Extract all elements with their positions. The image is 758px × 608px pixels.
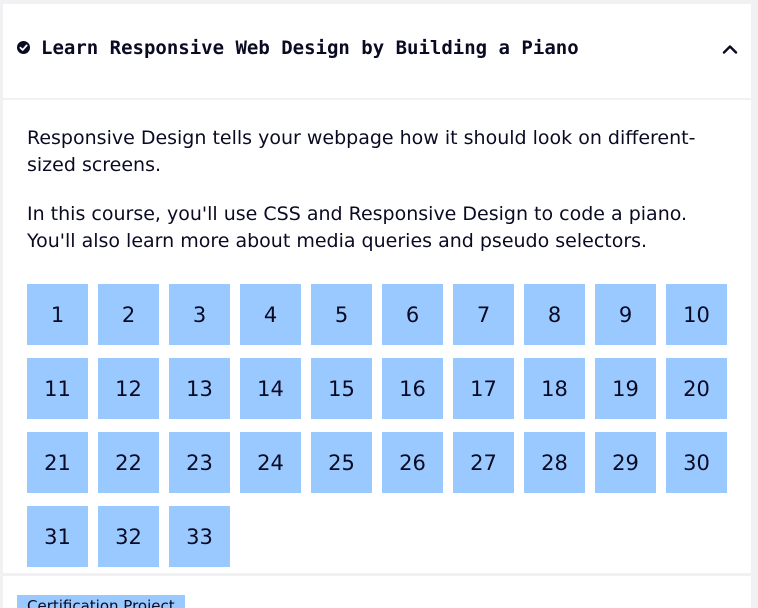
step-button[interactable]: 29 (595, 432, 656, 493)
step-button[interactable]: 32 (98, 506, 159, 567)
step-button[interactable]: 31 (27, 506, 88, 567)
step-button[interactable]: 27 (453, 432, 514, 493)
chevron-up-icon[interactable] (722, 44, 738, 54)
step-button[interactable]: 15 (311, 358, 372, 419)
step-button[interactable]: 20 (666, 358, 727, 419)
step-button[interactable]: 19 (595, 358, 656, 419)
step-button[interactable]: 24 (240, 432, 301, 493)
step-button[interactable]: 30 (666, 432, 727, 493)
course-block: Learn Responsive Web Design by Building … (3, 4, 751, 573)
step-button[interactable]: 26 (382, 432, 443, 493)
course-title: Learn Responsive Web Design by Building … (41, 37, 579, 59)
step-button[interactable]: 18 (524, 358, 585, 419)
step-button[interactable]: 16 (382, 358, 443, 419)
step-button[interactable]: 21 (27, 432, 88, 493)
step-button[interactable]: 5 (311, 284, 372, 345)
step-button[interactable]: 33 (169, 506, 230, 567)
step-button[interactable]: 11 (27, 358, 88, 419)
certification-project-badge[interactable]: Certification Project (17, 595, 185, 608)
step-button[interactable]: 14 (240, 358, 301, 419)
step-button[interactable]: 3 (169, 284, 230, 345)
step-button[interactable]: 22 (98, 432, 159, 493)
step-button[interactable]: 4 (240, 284, 301, 345)
step-button[interactable]: 28 (524, 432, 585, 493)
step-button[interactable]: 12 (98, 358, 159, 419)
step-button[interactable]: 2 (98, 284, 159, 345)
step-button[interactable]: 17 (453, 358, 514, 419)
course-description-details: In this course, you'll use CSS and Respo… (27, 203, 688, 252)
step-button[interactable]: 10 (666, 284, 727, 345)
course-header-toggle[interactable]: Learn Responsive Web Design by Building … (3, 4, 751, 100)
step-button[interactable]: 6 (382, 284, 443, 345)
step-button[interactable]: 23 (169, 432, 230, 493)
check-circle-icon (17, 41, 30, 54)
step-button[interactable]: 1 (27, 284, 88, 345)
step-button[interactable]: 9 (595, 284, 656, 345)
next-course-block: Certification Project (3, 576, 751, 608)
step-button[interactable]: 25 (311, 432, 372, 493)
course-description-intro: Responsive Design tells your webpage how… (27, 127, 696, 176)
step-button[interactable]: 8 (524, 284, 585, 345)
step-button[interactable]: 13 (169, 358, 230, 419)
step-button[interactable]: 7 (453, 284, 514, 345)
